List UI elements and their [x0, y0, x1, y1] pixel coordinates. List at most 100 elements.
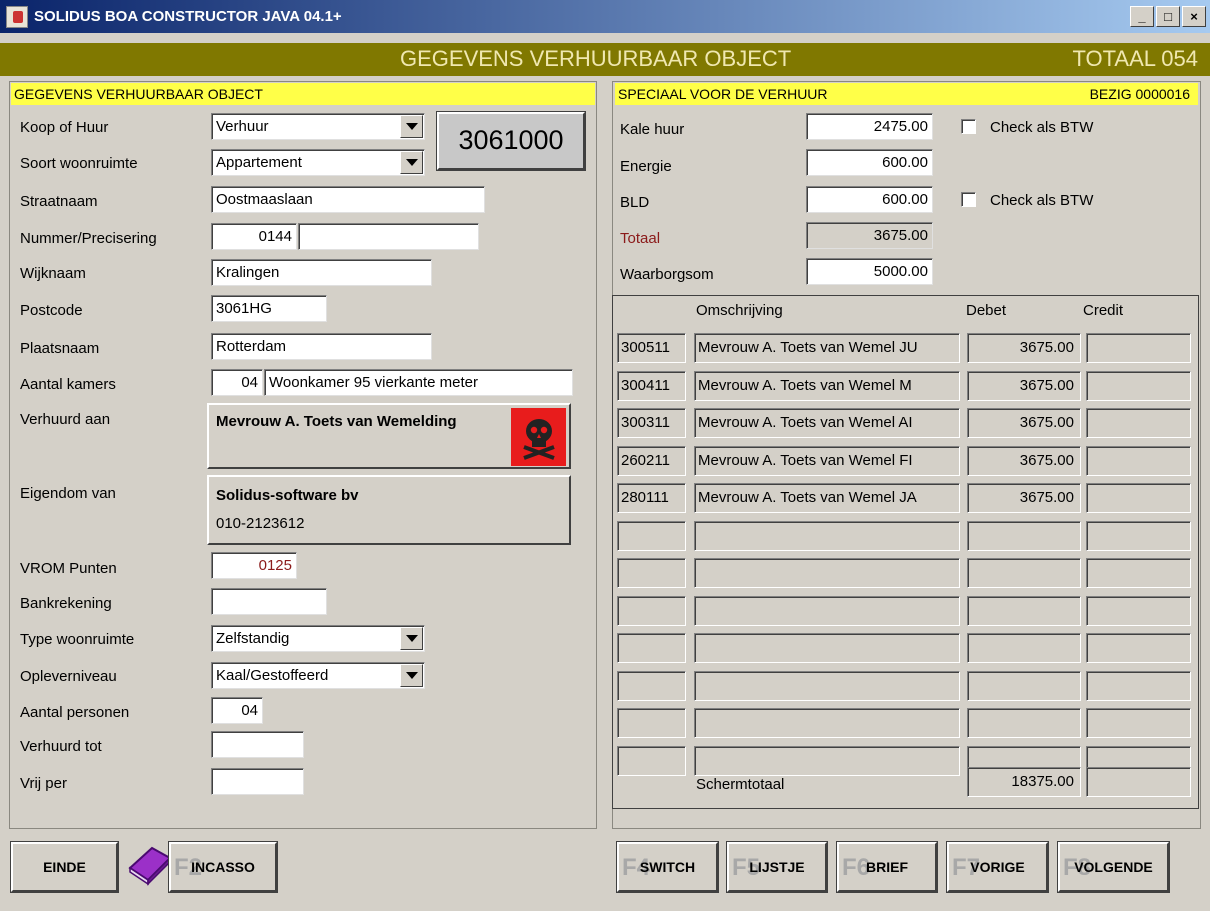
lijstje-button[interactable]: F5 LIJSTJE — [726, 841, 828, 893]
row-code-cell[interactable] — [617, 595, 686, 626]
verhuurd-tot-input[interactable] — [211, 731, 304, 758]
nummer-input[interactable]: 0144 — [211, 223, 297, 250]
label-verhuurd-aan: Verhuurd aan — [20, 411, 111, 428]
row-code-cell[interactable] — [617, 670, 686, 701]
row-code-cell[interactable] — [617, 558, 686, 588]
row-debet-cell[interactable] — [967, 558, 1081, 588]
precisering-input[interactable] — [298, 223, 479, 250]
waarborg-input[interactable]: 5000.00 — [806, 258, 933, 285]
row-debet-cell[interactable]: 3675.00 — [967, 370, 1081, 401]
row-code-cell[interactable] — [617, 633, 686, 663]
row-debet-cell[interactable]: 3675.00 — [967, 483, 1081, 513]
row-code-cell[interactable] — [617, 708, 686, 738]
soort-select[interactable]: Appartement — [211, 149, 425, 176]
row-debet-cell[interactable] — [967, 633, 1081, 663]
row-debet-cell[interactable] — [967, 595, 1081, 626]
koop-huur-select[interactable]: Verhuur — [211, 113, 425, 140]
row-credit-cell[interactable] — [1086, 483, 1191, 513]
volgende-button[interactable]: F8 VOLGENDE — [1057, 841, 1170, 893]
incasso-label: INCASSO — [191, 859, 255, 875]
chevron-down-icon[interactable] — [400, 664, 423, 687]
window-titlebar: SOLIDUS BOA CONSTRUCTOR JAVA 04.1+ _ □ × — [0, 0, 1210, 33]
personen-input[interactable]: 04 — [211, 697, 263, 724]
row-credit-cell[interactable] — [1086, 445, 1191, 476]
oplever-select[interactable]: Kaal/Gestoffeerd — [211, 662, 425, 689]
bld-input[interactable]: 600.00 — [806, 186, 933, 213]
energie-input[interactable]: 600.00 — [806, 149, 933, 176]
bank-input[interactable] — [211, 588, 327, 615]
chevron-down-icon[interactable] — [400, 151, 423, 174]
row-credit-cell[interactable] — [1086, 370, 1191, 401]
row-code-cell[interactable]: 260211 — [617, 445, 686, 476]
row-omschrijving-cell[interactable] — [694, 520, 960, 551]
row-credit-cell[interactable] — [1086, 633, 1191, 663]
kamers-input[interactable]: 04 — [211, 369, 263, 396]
maximize-button[interactable]: □ — [1156, 6, 1180, 27]
row-debet-cell[interactable]: 3675.00 — [967, 333, 1081, 363]
label-postcode: Postcode — [20, 302, 83, 319]
type-select[interactable]: Zelfstandig — [211, 625, 425, 652]
row-omschrijving-cell[interactable]: Mevrouw A. Toets van Wemel M — [694, 370, 960, 401]
vrom-input[interactable]: 0125 — [211, 552, 297, 579]
switch-label: SWITCH — [639, 859, 696, 875]
row-code-cell[interactable]: 300511 — [617, 333, 686, 363]
row-omschrijving-cell[interactable] — [694, 708, 960, 738]
row-credit-cell[interactable] — [1086, 595, 1191, 626]
row-credit-cell[interactable] — [1086, 708, 1191, 738]
row-omschrijving-cell[interactable] — [694, 558, 960, 588]
row-credit-cell[interactable] — [1086, 558, 1191, 588]
volgende-label: VOLGENDE — [1074, 859, 1153, 875]
btw-checkbox-huur[interactable] — [961, 119, 976, 134]
row-debet-cell[interactable]: 3675.00 — [967, 408, 1081, 438]
row-omschrijving-cell[interactable] — [694, 670, 960, 701]
row-omschrijving-cell[interactable] — [694, 595, 960, 626]
row-omschrijving-cell[interactable] — [694, 745, 960, 776]
row-debet-cell[interactable] — [967, 520, 1081, 551]
plaats-input[interactable]: Rotterdam — [211, 333, 432, 360]
row-omschrijving-cell[interactable]: Mevrouw A. Toets van Wemel AI — [694, 408, 960, 438]
object-code-display: 3061000 — [436, 111, 586, 171]
row-code-cell[interactable]: 300411 — [617, 370, 686, 401]
einde-button[interactable]: EINDE — [10, 841, 119, 893]
kamers-omschrijving-input[interactable]: Woonkamer 95 vierkante meter — [264, 369, 573, 396]
row-debet-cell[interactable] — [967, 670, 1081, 701]
label-koop-huur: Koop of Huur — [20, 119, 109, 136]
wijk-input[interactable]: Kralingen — [211, 259, 432, 286]
row-credit-cell[interactable] — [1086, 333, 1191, 363]
close-button[interactable]: × — [1182, 6, 1206, 27]
vrij-per-input[interactable] — [211, 768, 304, 795]
brief-label: BRIEF — [866, 859, 908, 875]
chevron-down-icon[interactable] — [400, 115, 423, 138]
window-title: SOLIDUS BOA CONSTRUCTOR JAVA 04.1+ — [34, 8, 342, 25]
brief-button[interactable]: F6 BRIEF — [836, 841, 938, 893]
huurder-button[interactable]: Mevrouw A. Toets van Wemelding — [207, 403, 571, 469]
straat-input[interactable]: Oostmaaslaan — [211, 186, 485, 213]
row-debet-cell[interactable]: 3675.00 — [967, 445, 1081, 476]
row-code-cell[interactable] — [617, 520, 686, 551]
row-omschrijving-cell[interactable] — [694, 633, 960, 663]
label-nummer: Nummer/Precisering — [20, 230, 157, 247]
switch-button[interactable]: F4 SWITCH — [616, 841, 719, 893]
incasso-button[interactable]: F2 INCASSO — [168, 841, 278, 893]
row-code-cell[interactable] — [617, 745, 686, 776]
row-omschrijving-cell[interactable]: Mevrouw A. Toets van Wemel JA — [694, 483, 960, 513]
koop-huur-value: Verhuur — [216, 118, 269, 135]
row-omschrijving-cell[interactable]: Mevrouw A. Toets van Wemel FI — [694, 445, 960, 476]
row-code-cell[interactable]: 300311 — [617, 408, 686, 438]
minimize-button[interactable]: _ — [1130, 6, 1154, 27]
schermtotaal-label: Schermtotaal — [696, 776, 785, 793]
row-credit-cell[interactable] — [1086, 408, 1191, 438]
row-credit-cell[interactable] — [1086, 670, 1191, 701]
vorige-button[interactable]: F7 VORIGE — [946, 841, 1049, 893]
btw-checkbox-bld[interactable] — [961, 192, 976, 207]
chevron-down-icon[interactable] — [400, 627, 423, 650]
postcode-input[interactable]: 3061HG — [211, 295, 327, 322]
label-vrij-per: Vrij per — [20, 775, 67, 792]
row-code-cell[interactable]: 280111 — [617, 483, 686, 513]
row-debet-cell[interactable] — [967, 708, 1081, 738]
kale-huur-input[interactable]: 2475.00 — [806, 113, 933, 140]
row-omschrijving-cell[interactable]: Mevrouw A. Toets van Wemel JU — [694, 333, 960, 363]
row-credit-cell[interactable] — [1086, 520, 1191, 551]
eigenaar-button[interactable]: Solidus-software bv 010-2123612 — [207, 475, 571, 545]
label-vrom: VROM Punten — [20, 560, 117, 577]
